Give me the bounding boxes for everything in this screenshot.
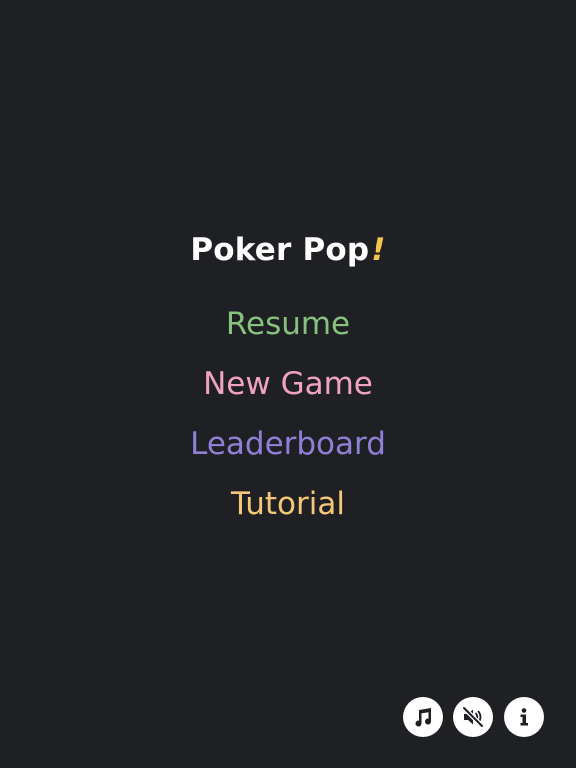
- music-toggle-button[interactable]: [403, 697, 443, 737]
- new-game-button[interactable]: New Game: [0, 364, 576, 404]
- tutorial-button[interactable]: Tutorial: [0, 484, 576, 524]
- speaker-muted-icon: [461, 705, 485, 729]
- sound-toggle-button[interactable]: [453, 697, 493, 737]
- leaderboard-button[interactable]: Leaderboard: [0, 424, 576, 464]
- game-title-text: Poker Pop: [190, 232, 370, 268]
- game-title: Poker Pop!: [0, 232, 576, 268]
- info-icon: [520, 708, 528, 726]
- music-note-icon: [415, 708, 432, 727]
- main-menu-screen: Poker Pop! Resume New Game Leaderboard T…: [0, 0, 576, 768]
- info-button[interactable]: [504, 697, 544, 737]
- resume-button[interactable]: Resume: [0, 304, 576, 344]
- game-title-exclamation: !: [371, 232, 386, 268]
